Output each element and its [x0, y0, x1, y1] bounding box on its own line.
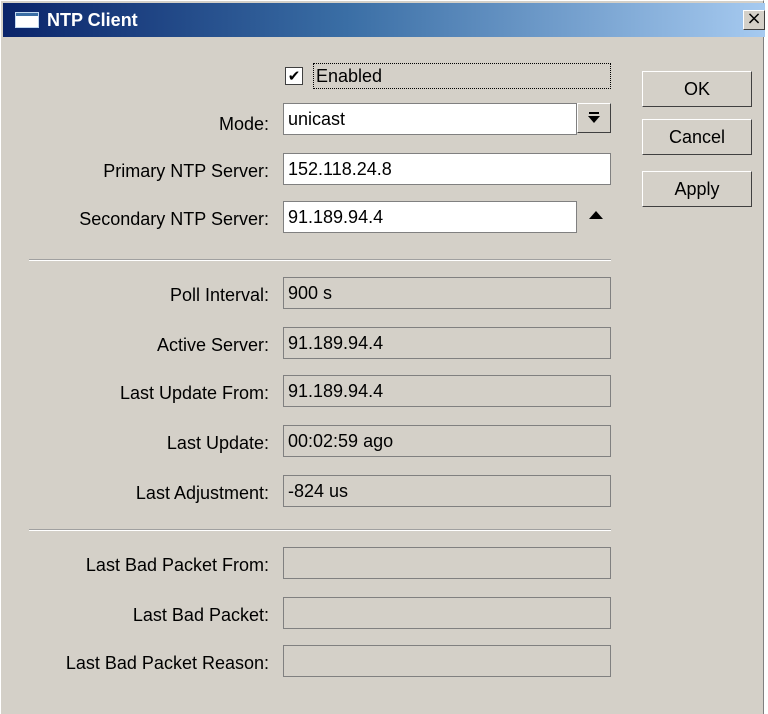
enabled-checkbox[interactable]: ✔ [285, 67, 303, 85]
secondary-ntp-server-label: Secondary NTP Server: [79, 209, 269, 229]
dropdown-arrow-icon [588, 112, 600, 123]
cancel-button[interactable]: Cancel [642, 119, 752, 155]
active-server-field: 91.189.94.4 [283, 327, 611, 359]
up-arrow-icon[interactable] [589, 211, 603, 219]
ok-button[interactable]: OK [642, 71, 752, 107]
mode-dropdown-button[interactable] [577, 103, 611, 133]
last-bad-packet-from-label: Last Bad Packet From: [85, 555, 269, 575]
poll-interval-label: Poll Interval: [169, 285, 269, 305]
poll-interval-field: 900 s [283, 277, 611, 309]
separator [29, 529, 611, 531]
mode-select[interactable]: unicast [283, 103, 577, 135]
last-bad-packet-reason-field [283, 645, 611, 677]
last-bad-packet-label: Last Bad Packet: [132, 605, 269, 625]
window-title: NTP Client [47, 10, 138, 30]
last-update-field: 00:02:59 ago [283, 425, 611, 457]
title-bar[interactable]: NTP Client × [3, 3, 765, 37]
primary-ntp-server-input[interactable]: 152.118.24.8 [283, 153, 611, 185]
enabled-label[interactable]: Enabled [313, 63, 611, 89]
active-server-label: Active Server: [156, 335, 269, 355]
ntp-client-window: NTP Client × ✔ Enabled Mode: unicast Pri… [0, 0, 765, 714]
separator [29, 259, 611, 261]
last-adjustment-label: Last Adjustment: [135, 483, 269, 503]
last-bad-packet-reason-label: Last Bad Packet Reason: [65, 653, 269, 673]
primary-ntp-server-label: Primary NTP Server: [103, 161, 269, 181]
last-update-from-field: 91.189.94.4 [283, 375, 611, 407]
secondary-ntp-server-input[interactable]: 91.189.94.4 [283, 201, 577, 233]
mode-label: Mode: [218, 114, 269, 134]
apply-button[interactable]: Apply [642, 171, 752, 207]
close-button[interactable]: × [743, 10, 765, 30]
last-adjustment-field: -824 us [283, 475, 611, 507]
last-bad-packet-from-field [283, 547, 611, 579]
last-bad-packet-field [283, 597, 611, 629]
last-update-from-label: Last Update From: [119, 383, 269, 403]
last-update-label: Last Update: [166, 433, 269, 453]
window-icon [15, 12, 39, 28]
